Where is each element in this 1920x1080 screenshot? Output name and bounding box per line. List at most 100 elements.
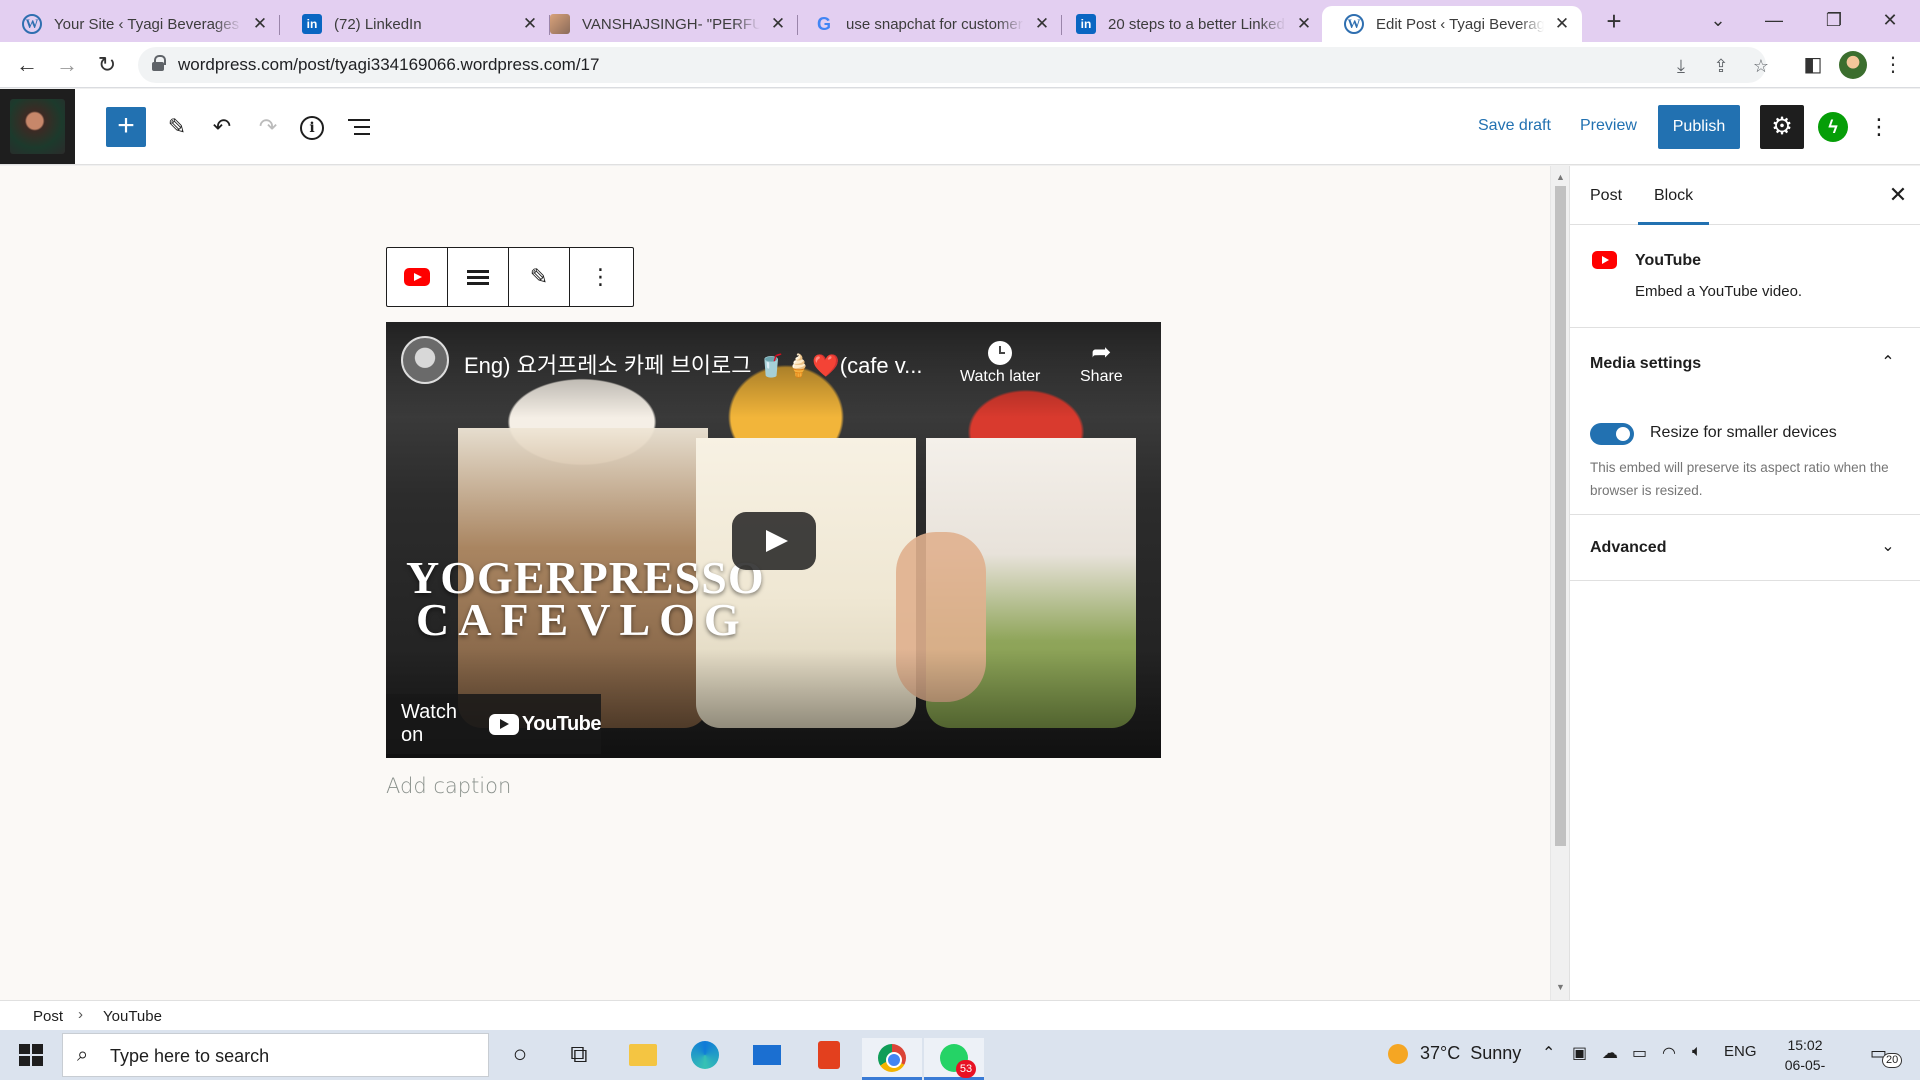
edge-icon[interactable]	[688, 1038, 722, 1072]
browser-tab[interactable]: G use snapchat for customer ✕	[792, 6, 1062, 42]
browser-tab-active[interactable]: W Edit Post ‹ Tyagi Beverages ✕	[1322, 6, 1582, 42]
weather-widget[interactable]: 37°C Sunny	[1388, 1043, 1521, 1064]
tab-title: (72) LinkedIn	[334, 15, 422, 33]
close-tab-icon[interactable]: ✕	[1294, 14, 1314, 34]
media-settings-toggle[interactable]: Media settings	[1590, 355, 1701, 373]
share-button[interactable]: ➦ Share	[1080, 338, 1123, 386]
video-brand-text: YOGERPRESSO CAFEVLOG	[406, 555, 765, 643]
scroll-up-icon[interactable]: ▲	[1555, 172, 1566, 182]
bookmark-star-icon[interactable]: ☆	[1750, 55, 1772, 77]
close-tab-icon[interactable]: ✕	[768, 14, 788, 34]
channel-avatar[interactable]	[401, 336, 449, 384]
address-bar[interactable]: wordpress.com/post/tyagi334169066.wordpr…	[138, 47, 1769, 83]
language-indicator[interactable]: ENG	[1724, 1043, 1757, 1060]
settings-gear-icon[interactable]: ⚙	[1760, 105, 1804, 149]
close-icon[interactable]: ✕	[1886, 183, 1910, 207]
site-logo-image	[10, 99, 65, 154]
browser-tab[interactable]: W Your Site ‹ Tyagi Beverages ✕	[0, 6, 280, 42]
align-button[interactable]	[448, 248, 509, 306]
edit-pencil-icon[interactable]: ✎	[159, 109, 195, 145]
wordpress-icon: W	[1344, 14, 1364, 34]
browser-tab[interactable]: VANSHAJSINGH- "PERFUME ✕	[528, 6, 798, 42]
video-title[interactable]: Eng) 요거프레소 카페 브이로그 🥤🍦❤️(cafe v...	[464, 348, 922, 380]
taskbar-clock[interactable]: 15:02 06-05-2022	[1770, 1035, 1840, 1080]
block-toolbar: ✎ ⋮	[386, 247, 634, 307]
cortana-icon[interactable]: ○	[503, 1038, 537, 1072]
block-options-button[interactable]: ⋮	[570, 248, 631, 306]
windows-start-icon[interactable]	[10, 1040, 50, 1070]
chevron-down-icon[interactable]: ⌄	[1876, 535, 1900, 559]
network-cloud-icon[interactable]: ☁	[1602, 1043, 1618, 1063]
block-inserter-button[interactable]: +	[106, 107, 146, 147]
chrome-icon[interactable]	[862, 1038, 922, 1080]
options-menu-icon[interactable]: ⋮	[1866, 109, 1892, 145]
resize-toggle-switch[interactable]	[1590, 423, 1634, 445]
browser-tab[interactable]: in (72) LinkedIn ✕	[280, 6, 550, 42]
share-icon[interactable]: ⇪	[1710, 55, 1732, 77]
jetpack-icon[interactable]: ϟ	[1818, 112, 1848, 142]
battery-icon[interactable]: ▭	[1632, 1043, 1647, 1063]
new-tab-icon[interactable]: +	[1599, 6, 1629, 36]
watch-on-youtube-button[interactable]: Watch on YouTube	[386, 694, 602, 754]
install-app-icon[interactable]: ⤓	[1670, 55, 1692, 77]
play-icon[interactable]	[732, 512, 816, 570]
taskbar-search-input[interactable]: ⌕ Type here to search	[62, 1033, 489, 1077]
browser-toolbar: ← → ↻ wordpress.com/post/tyagi334169066.…	[0, 42, 1920, 88]
close-tab-icon[interactable]: ✕	[1032, 14, 1052, 34]
volume-icon[interactable]: 🔈︎	[1692, 1043, 1702, 1061]
tab-title: use snapchat for customer	[846, 15, 1023, 33]
chevron-up-icon[interactable]: ⌃	[1876, 351, 1900, 375]
close-window-icon[interactable]: ✕	[1862, 0, 1918, 42]
edit-url-button[interactable]: ✎	[509, 248, 570, 306]
publish-button[interactable]: Publish	[1658, 105, 1740, 149]
watch-later-button[interactable]: Watch later	[960, 338, 1040, 386]
editor-scrollbar[interactable]: ▲ ▼	[1550, 166, 1569, 1000]
youtube-embed-video[interactable]: Eng) 요거프레소 카페 브이로그 🥤🍦❤️(cafe v... Watch …	[386, 322, 1161, 758]
block-type-button[interactable]	[387, 248, 448, 306]
tab-post[interactable]: Post	[1590, 166, 1622, 225]
scroll-down-icon[interactable]: ▼	[1555, 982, 1566, 992]
forward-arrow-icon[interactable]: →	[50, 48, 84, 82]
notification-center-icon[interactable]: ▭ 20	[1870, 1043, 1903, 1068]
scrollbar-thumb[interactable]	[1555, 186, 1566, 846]
whatsapp-icon[interactable]: 53	[924, 1038, 984, 1080]
tab-title: Edit Post ‹ Tyagi Beverages	[1376, 15, 1544, 33]
file-explorer-icon[interactable]	[626, 1038, 660, 1072]
close-tab-icon[interactable]: ✕	[250, 14, 270, 34]
mail-icon[interactable]	[750, 1038, 784, 1072]
chrome-menu-icon[interactable]: ⋮	[1880, 52, 1906, 78]
wifi-icon[interactable]: ◠	[1662, 1043, 1676, 1063]
lock-icon[interactable]	[152, 55, 166, 71]
back-arrow-icon[interactable]: ←	[10, 48, 44, 82]
preview-button[interactable]: Preview	[1580, 117, 1637, 135]
breadcrumb-item[interactable]: YouTube	[103, 1008, 162, 1025]
minimize-icon[interactable]: —	[1746, 0, 1802, 42]
office-icon[interactable]	[812, 1038, 846, 1072]
site-icon[interactable]	[0, 89, 75, 164]
browser-tab[interactable]: in 20 steps to a better LinkedIn ✕	[1054, 6, 1324, 42]
redo-icon[interactable]: ↷	[250, 109, 286, 145]
tab-block[interactable]: Block	[1638, 166, 1710, 225]
show-hidden-icons-chevron-icon[interactable]: ⌃	[1542, 1043, 1555, 1063]
details-info-icon[interactable]: i	[300, 116, 324, 140]
tab-search-chevron-icon[interactable]: ⌄	[1690, 0, 1746, 42]
close-tab-icon[interactable]: ✕	[1552, 14, 1572, 34]
profile-avatar[interactable]	[1839, 51, 1867, 79]
editor-header: + ✎ ↶ ↷ i Save draft Preview Publish ⚙ ϟ…	[0, 89, 1920, 165]
url-text[interactable]: wordpress.com/post/tyagi334169066.wordpr…	[178, 47, 599, 83]
save-draft-button[interactable]: Save draft	[1478, 117, 1551, 135]
undo-icon[interactable]: ↶	[204, 109, 240, 145]
reload-icon[interactable]: ↻	[90, 48, 124, 82]
side-panel-icon[interactable]: ◧	[1800, 52, 1826, 78]
meet-now-icon[interactable]: ▣	[1572, 1043, 1587, 1063]
restore-icon[interactable]: ❐	[1806, 0, 1862, 42]
caption-input[interactable]: Add caption	[386, 774, 511, 798]
notification-count: 20	[1882, 1053, 1903, 1068]
watch-later-label: Watch later	[960, 368, 1041, 385]
list-view-icon[interactable]	[348, 118, 370, 136]
advanced-toggle[interactable]: Advanced	[1590, 539, 1666, 557]
task-view-icon[interactable]: ⧉	[562, 1038, 596, 1072]
wordpress-icon: W	[22, 14, 42, 34]
breadcrumb-item[interactable]: Post	[33, 1008, 63, 1025]
resize-toggle-label[interactable]: Resize for smaller devices	[1650, 424, 1837, 442]
